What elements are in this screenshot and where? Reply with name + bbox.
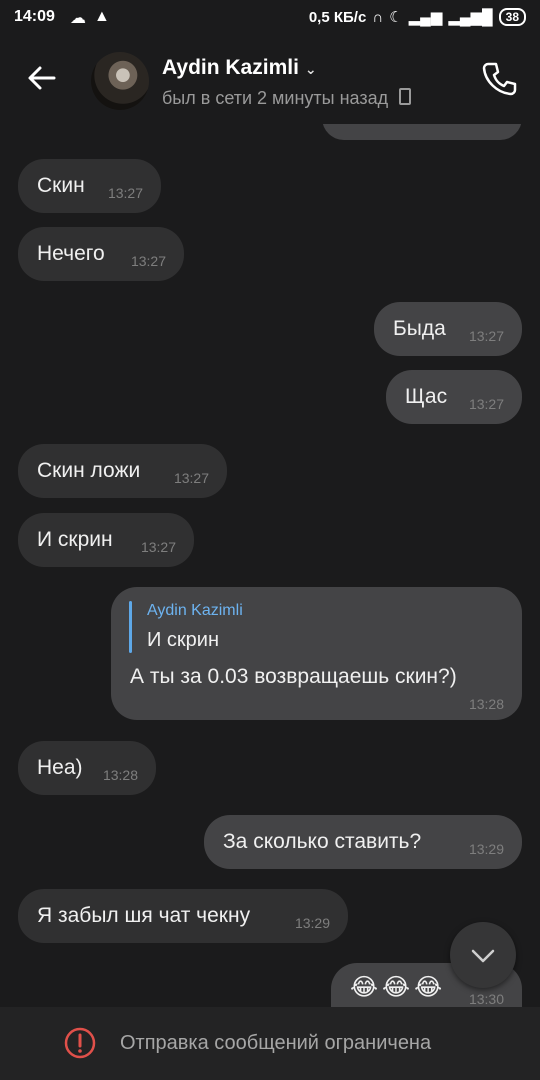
chevron-down-icon bbox=[471, 949, 495, 963]
signal-4g-icon: ▂▄▆█ bbox=[448, 9, 493, 26]
message-emoji-text: 😂😂😂 bbox=[350, 974, 447, 1001]
message-time: 13:29 bbox=[468, 841, 504, 857]
restriction-text: Отправка сообщений ограничена bbox=[120, 1032, 432, 1054]
phone-call-icon[interactable] bbox=[482, 60, 518, 96]
message-bubble-outgoing[interactable]: За сколько ставить? 13:29 bbox=[204, 815, 522, 869]
contact-name-text: Aydin Kazimli bbox=[162, 56, 299, 79]
message-bubble-incoming[interactable]: Скин ложи 13:27 bbox=[18, 444, 227, 498]
message-text: Нечего bbox=[37, 242, 105, 265]
message-text: Быда bbox=[393, 317, 446, 340]
message-time: 13:30 bbox=[468, 991, 504, 1007]
reply-quote-author[interactable]: Aydin Kazimli bbox=[147, 602, 243, 620]
message-text: Неа) bbox=[37, 756, 83, 779]
phone-device-icon bbox=[399, 88, 412, 105]
message-time: 13:27 bbox=[107, 185, 143, 201]
message-time: 13:28 bbox=[468, 696, 504, 712]
warning-triangle-icon: ▲ bbox=[94, 8, 110, 25]
message-text: И скрин bbox=[37, 528, 113, 551]
message-time: 13:27 bbox=[468, 396, 504, 412]
message-text: А ты за 0.03 возвращаешь скин?) bbox=[130, 665, 457, 688]
message-bubble-outgoing[interactable]: Щас 13:27 bbox=[386, 370, 522, 424]
battery-indicator: 38 bbox=[498, 8, 526, 26]
signal-icon: ▂▄▆ bbox=[408, 9, 443, 26]
last-seen-text: был в сети 2 минуты назад bbox=[162, 88, 389, 108]
contact-status: был в сети 2 минуты назад bbox=[162, 88, 412, 109]
reply-quote-text[interactable]: И скрин bbox=[147, 629, 219, 652]
message-restriction-bar: Отправка сообщений ограничена bbox=[0, 1007, 540, 1080]
message-bubble-incoming[interactable]: Я забыл шя чат чекну 13:29 bbox=[18, 889, 348, 943]
contact-name[interactable]: Aydin Kazimli ⌄ bbox=[162, 56, 317, 80]
message-bubble-outgoing-reply[interactable]: Aydin Kazimli И скрин А ты за 0.03 возвр… bbox=[111, 587, 522, 720]
contact-avatar[interactable] bbox=[91, 52, 149, 110]
back-arrow-icon[interactable] bbox=[24, 60, 60, 96]
message-time: 13:29 bbox=[294, 915, 330, 931]
message-text: За сколько ставить? bbox=[223, 830, 422, 853]
alert-circle-icon bbox=[64, 1027, 96, 1059]
message-time: 13:27 bbox=[468, 328, 504, 344]
moon-icon: ☾ bbox=[389, 9, 403, 26]
message-bubble-incoming[interactable]: Скин 13:27 bbox=[18, 159, 161, 213]
message-text: Щас bbox=[405, 385, 448, 408]
chat-header: Aydin Kazimli ⌄ был в сети 2 минуты назад bbox=[0, 36, 540, 124]
message-text: Скин bbox=[37, 174, 85, 197]
message-text: Я забыл шя чат чекну bbox=[37, 904, 251, 927]
message-time: 13:27 bbox=[130, 253, 166, 269]
message-time: 13:27 bbox=[140, 539, 176, 555]
message-time: 13:28 bbox=[102, 767, 138, 783]
message-bubble-incoming[interactable]: И скрин 13:27 bbox=[18, 513, 194, 567]
message-bubble-incoming[interactable]: Нечего 13:27 bbox=[18, 227, 184, 281]
message-text: Скин ложи bbox=[37, 459, 141, 482]
scroll-to-bottom-button[interactable] bbox=[450, 922, 516, 988]
status-time: 14:09 bbox=[14, 8, 55, 25]
chevron-down-icon: ⌄ bbox=[304, 61, 317, 77]
status-bar: 14:09 ☁ ▲ 0,5 КБ/с ∩ ☾ ▂▄▆ ▂▄▆█ 38 bbox=[0, 0, 540, 36]
message-time: 13:27 bbox=[173, 470, 209, 486]
message-bubble-incoming[interactable]: Неа) 13:28 bbox=[18, 741, 156, 795]
cloud-game-icon: ☁ bbox=[70, 10, 86, 27]
headphones-icon: ∩ bbox=[372, 8, 384, 26]
reply-quote-bar bbox=[129, 601, 132, 653]
message-bubble-outgoing[interactable]: Быда 13:27 bbox=[374, 302, 522, 356]
network-speed: 0,5 КБ/с bbox=[308, 8, 367, 26]
